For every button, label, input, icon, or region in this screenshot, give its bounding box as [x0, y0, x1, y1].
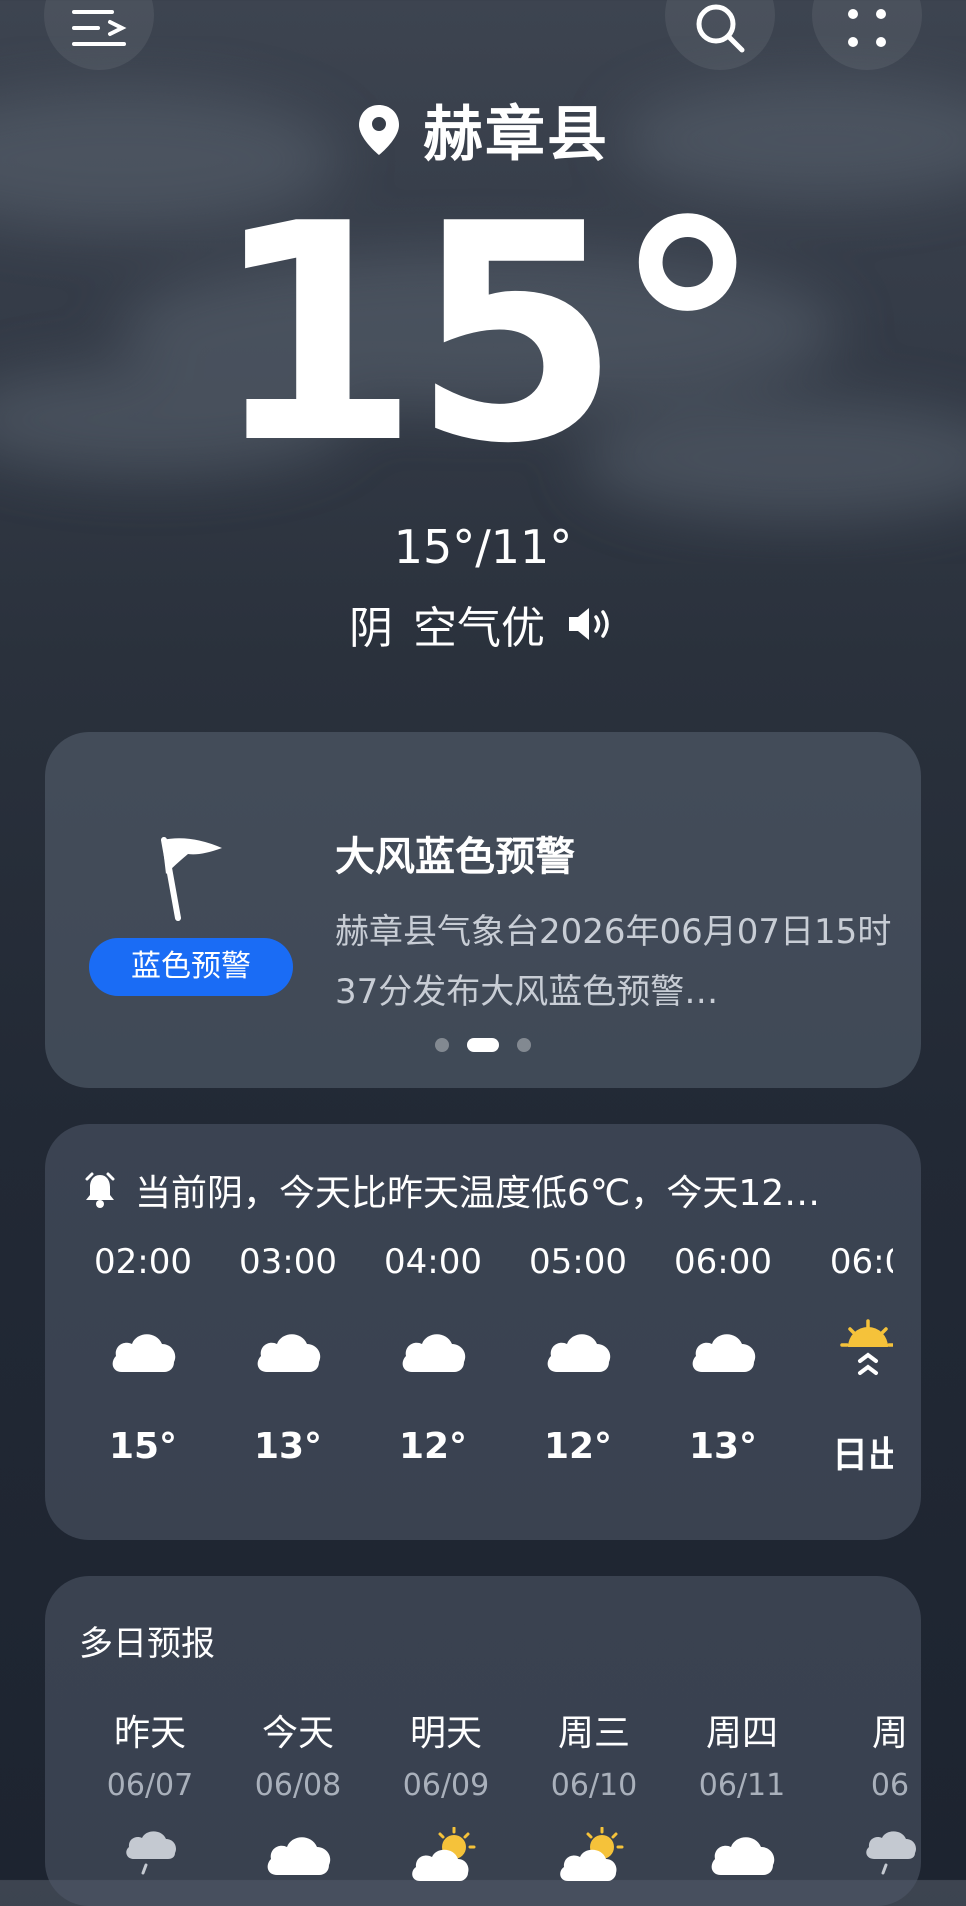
hour-temp: 13° — [688, 1426, 758, 1467]
hourly-item: 04:00 12° — [363, 1242, 503, 1467]
daily-item[interactable]: 周 06 — [815, 1704, 921, 1877]
day-name: 今天 — [261, 1713, 334, 1754]
hour-temp: 12° — [398, 1426, 468, 1467]
day-name: 周三 — [557, 1713, 630, 1754]
more-button[interactable] — [812, 0, 922, 70]
daily-list[interactable]: 昨天 06/07 今天 06/08 明天 06/09 周三 06/10 周四 0… — [75, 1704, 921, 1906]
day-name: 明天 — [409, 1713, 482, 1754]
speaker-icon[interactable] — [565, 604, 617, 644]
cloud-icon — [547, 1334, 611, 1372]
day-date: 06/08 — [254, 1768, 342, 1803]
hourly-item: 03:00 13° — [218, 1242, 358, 1467]
weather-alert-card[interactable]: 蓝色预警 大风蓝色预警 赫章县气象台2026年06月07日15时37分发布大风蓝… — [45, 732, 921, 1088]
sunrise-icon — [840, 1319, 893, 1375]
search-button[interactable] — [665, 0, 775, 70]
condition-row: 阴 空气优 — [0, 592, 966, 656]
cloud-icon — [711, 1837, 775, 1875]
hourly-item: 02:00 15° — [73, 1242, 213, 1467]
daily-item[interactable]: 今天 06/08 — [223, 1704, 373, 1877]
bell-alarm-icon — [85, 1172, 115, 1208]
hour-temp: 13° — [253, 1426, 323, 1467]
day-date: 06/09 — [402, 1768, 490, 1803]
forecast-summary: 当前阴，今天比昨天温度低6℃，今天12… — [83, 1164, 820, 1216]
day-name: 周四 — [705, 1713, 778, 1754]
daily-item[interactable]: 昨天 06/07 — [75, 1704, 225, 1877]
carousel-indicator — [45, 1038, 921, 1052]
alert-level-badge: 蓝色预警 — [89, 938, 293, 996]
day-date: 06/10 — [550, 1768, 638, 1803]
hour-time: 04:00 — [384, 1242, 482, 1282]
hour-temp: 15° — [108, 1426, 178, 1467]
hourly-item: 06:0 日出 — [798, 1242, 893, 1478]
high-low-temperature: 15°/11° — [393, 520, 573, 574]
carousel-dot — [435, 1038, 449, 1052]
hour-time: 03:00 — [239, 1242, 337, 1282]
hour-temp: 12° — [543, 1426, 613, 1467]
partly-sunny-icon — [412, 1827, 476, 1881]
grid-dots-icon — [848, 9, 886, 48]
rain-cloud-icon — [866, 1831, 916, 1875]
hourly-list[interactable]: 02:00 15° 03:00 13° 04:00 12° 05:00 12° … — [73, 1242, 893, 1540]
alert-description: 赫章县气象台2026年06月07日15时37分发布大风蓝色预警… — [335, 912, 892, 1012]
hour-time: 02:00 — [94, 1242, 192, 1282]
cloud-icon — [692, 1334, 756, 1372]
carousel-dot-active — [467, 1038, 499, 1052]
hour-time: 05:00 — [529, 1242, 627, 1282]
search-icon — [696, 4, 745, 53]
daily-item[interactable]: 明天 06/09 — [371, 1704, 521, 1883]
alert-title: 大风蓝色预警 — [335, 834, 575, 880]
day-date: 06/07 — [106, 1768, 194, 1803]
cloud-icon — [112, 1334, 176, 1372]
daily-forecast-card[interactable]: 多日预报 昨天 06/07 今天 06/08 明天 06/09 周三 06/10 — [45, 1576, 921, 1906]
carousel-dot — [517, 1038, 531, 1052]
summary-text: 当前阴，今天比昨天温度低6℃，今天12… — [135, 1173, 821, 1214]
menu-button[interactable] — [44, 0, 154, 70]
partly-sunny-icon — [560, 1827, 624, 1881]
day-date: 06/11 — [698, 1768, 786, 1803]
day-date: 06 — [870, 1768, 910, 1803]
cloud-icon — [267, 1837, 331, 1875]
weather-condition: 阴 — [349, 603, 393, 654]
hour-time: 06:0 — [829, 1242, 893, 1282]
hourly-item: 05:00 12° — [508, 1242, 648, 1467]
daily-item[interactable]: 周四 06/11 — [667, 1704, 817, 1877]
day-name: 昨天 — [113, 1713, 186, 1754]
hour-temp: 日出 — [831, 1435, 893, 1476]
warning-flag-icon — [161, 837, 222, 921]
air-quality[interactable]: 空气优 — [413, 592, 545, 656]
daily-item[interactable]: 周三 06/10 — [519, 1704, 669, 1883]
day-name: 周 — [871, 1713, 908, 1754]
hour-time: 06:00 — [674, 1242, 772, 1282]
location-pin-icon — [359, 104, 399, 155]
hourly-item: 06:00 13° — [653, 1242, 793, 1467]
hourly-forecast-card[interactable]: 当前阴，今天比昨天温度低6℃，今天12… 02:00 15° 03:00 13°… — [45, 1124, 921, 1540]
rain-cloud-icon — [126, 1831, 176, 1875]
cloud-icon — [402, 1334, 466, 1372]
daily-forecast-title: 多日预报 — [79, 1624, 215, 1664]
cloud-icon — [257, 1334, 321, 1372]
menu-icon — [72, 10, 127, 47]
current-temperature: 15° — [211, 160, 762, 509]
